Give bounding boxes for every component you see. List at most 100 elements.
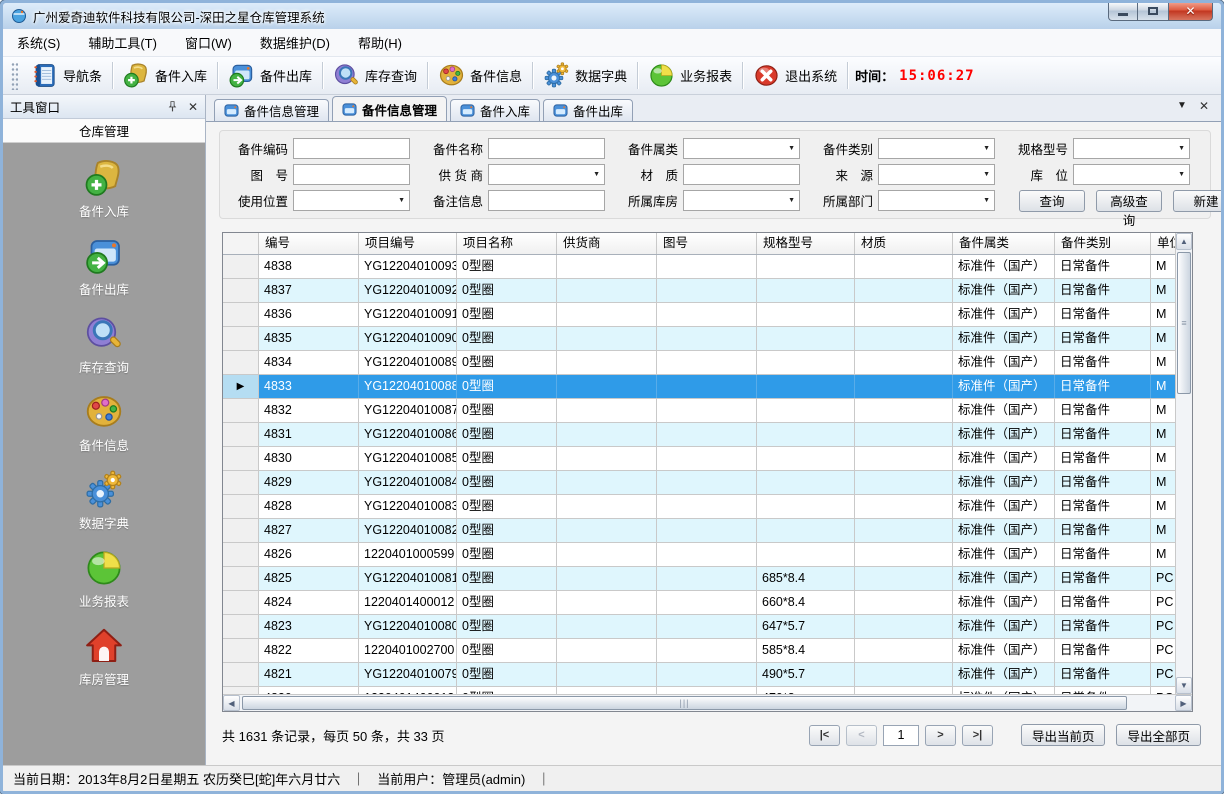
- department-select[interactable]: ▼: [878, 190, 995, 211]
- table-row[interactable]: 4834YG122040100890型圈标准件（国产）日常备件M: [223, 351, 1175, 375]
- tab-list-dropdown-icon[interactable]: ▼: [1177, 101, 1187, 111]
- sidebar-item-warehouse-management[interactable]: 库房管理: [79, 626, 129, 688]
- toolbar-grip-icon[interactable]: [11, 62, 18, 90]
- sidebar-item-parts-outbound[interactable]: 备件出库: [79, 236, 129, 298]
- scroll-left-icon[interactable]: ◀: [223, 695, 240, 711]
- advanced-query-button[interactable]: 高级查询: [1096, 190, 1162, 212]
- menu-item-0[interactable]: 系统(S): [3, 28, 74, 57]
- toolbar-button-parts-outbound[interactable]: 备件出库: [219, 59, 321, 92]
- maximize-button[interactable]: [1138, 2, 1168, 21]
- prev-page-button[interactable]: <: [846, 725, 877, 746]
- column-header-5[interactable]: 规格型号: [757, 233, 855, 254]
- drawing-no-input[interactable]: [293, 164, 410, 185]
- vertical-scrollbar[interactable]: ▲ ≡ ▼: [1175, 233, 1192, 694]
- column-header-1[interactable]: 项目编号: [359, 233, 457, 254]
- column-header-6[interactable]: 材质: [855, 233, 953, 254]
- toolbar-button-data-dictionary[interactable]: 数据字典: [534, 59, 636, 92]
- material-input[interactable]: [683, 164, 800, 185]
- table-row[interactable]: 4828YG122040100830型圈标准件（国产）日常备件M: [223, 495, 1175, 519]
- toolbar-button-nav-bar[interactable]: 导航条: [22, 59, 111, 92]
- export-all-pages-button[interactable]: 导出全部页: [1116, 724, 1201, 746]
- usage-position-select[interactable]: ▼: [293, 190, 410, 211]
- toolbar-button-stock-query[interactable]: 库存查询: [324, 59, 426, 92]
- row-indicator: [223, 567, 259, 590]
- new-button[interactable]: 新建: [1173, 190, 1221, 212]
- table-row[interactable]: 4831YG122040100860型圈标准件（国产）日常备件M: [223, 423, 1175, 447]
- scroll-right-icon[interactable]: ▶: [1175, 695, 1192, 711]
- table-row[interactable]: 4821YG122040100790型圈490*5.7标准件（国产）日常备件PC: [223, 663, 1175, 687]
- row-indicator: [223, 471, 259, 494]
- table-row[interactable]: 4838YG122040100930型圈标准件（国产）日常备件M: [223, 255, 1175, 279]
- menu-item-2[interactable]: 窗口(W): [171, 28, 246, 57]
- table-row[interactable]: 4830YG122040100850型圈标准件（国产）日常备件M: [223, 447, 1175, 471]
- page-number-box[interactable]: 1: [883, 725, 919, 746]
- sidebar-item-parts-info[interactable]: 备件信息: [79, 392, 129, 454]
- column-header-7[interactable]: 备件属类: [953, 233, 1055, 254]
- sidebar-close-icon[interactable]: ✕: [188, 101, 198, 113]
- minimize-button[interactable]: [1108, 2, 1138, 21]
- vertical-scroll-thumb[interactable]: ≡: [1177, 252, 1191, 394]
- table-row[interactable]: 4837YG122040100920型圈标准件（国产）日常备件M: [223, 279, 1175, 303]
- warehouse-select[interactable]: ▼: [683, 190, 800, 211]
- row-indicator: [223, 519, 259, 542]
- tab-close-icon[interactable]: ✕: [1199, 100, 1209, 112]
- table-row[interactable]: 4835YG122040100900型圈标准件（国产）日常备件M: [223, 327, 1175, 351]
- table-row[interactable]: 4823YG122040100800型圈647*5.7标准件（国产）日常备件PC: [223, 615, 1175, 639]
- toolbar-button-exit-system[interactable]: 退出系统: [744, 59, 846, 92]
- title-bar[interactable]: 广州爱奇迪软件科技有限公司-深田之星仓库管理系统 ✕: [3, 3, 1221, 29]
- table-row[interactable]: 4827YG122040100820型圈标准件（国产）日常备件M: [223, 519, 1175, 543]
- part-code-input[interactable]: [293, 138, 410, 159]
- sidebar-item-business-report[interactable]: 业务报表: [79, 548, 129, 610]
- column-header-9[interactable]: 单位: [1151, 233, 1175, 254]
- toolbar-button-business-report[interactable]: 业务报表: [639, 59, 741, 92]
- part-type-select[interactable]: ▼: [878, 138, 995, 159]
- location-select[interactable]: ▼: [1073, 164, 1190, 185]
- query-button[interactable]: 查询: [1019, 190, 1085, 212]
- remark-input[interactable]: [488, 190, 605, 211]
- tab-parts-inbound[interactable]: 备件入库: [450, 99, 540, 121]
- source-select[interactable]: ▼: [878, 164, 995, 185]
- table-row[interactable]: 4825YG122040100810型圈685*8.4标准件（国产）日常备件PC: [223, 567, 1175, 591]
- table-row[interactable]: 482212204010027000型圈585*8.4标准件（国产）日常备件PC: [223, 639, 1175, 663]
- spec-model-select[interactable]: ▼: [1073, 138, 1190, 159]
- sidebar-item-data-dictionary[interactable]: 数据字典: [79, 470, 129, 532]
- toolbar-button-parts-info[interactable]: 备件信息: [429, 59, 531, 92]
- last-page-button[interactable]: >|: [962, 725, 993, 746]
- tab-parts-outbound[interactable]: 备件出库: [543, 99, 633, 121]
- column-header-2[interactable]: 项目名称: [457, 233, 557, 254]
- export-current-page-button[interactable]: 导出当前页: [1021, 724, 1106, 746]
- tab-parts-info-mgmt-2[interactable]: 备件信息管理: [332, 96, 447, 121]
- table-row[interactable]: 4829YG122040100840型圈标准件（国产）日常备件M: [223, 471, 1175, 495]
- part-category-select[interactable]: ▼: [683, 138, 800, 159]
- column-header-0[interactable]: 编号: [259, 233, 359, 254]
- horizontal-scroll-thumb[interactable]: |||: [242, 696, 1127, 710]
- table-row[interactable]: 4836YG122040100910型圈标准件（国产）日常备件M: [223, 303, 1175, 327]
- column-header-4[interactable]: 图号: [657, 233, 757, 254]
- tab-parts-info-mgmt-1[interactable]: 备件信息管理: [214, 99, 329, 121]
- menu-item-3[interactable]: 数据维护(D): [246, 28, 344, 57]
- toolbar-button-parts-inbound[interactable]: 备件入库: [114, 59, 216, 92]
- part-name-input[interactable]: [488, 138, 605, 159]
- close-button[interactable]: ✕: [1168, 2, 1213, 21]
- column-header-8[interactable]: 备件类别: [1055, 233, 1151, 254]
- column-header-3[interactable]: 供货商: [557, 233, 657, 254]
- pin-icon[interactable]: [166, 100, 179, 113]
- table-row[interactable]: 4832YG122040100870型圈标准件（国产）日常备件M: [223, 399, 1175, 423]
- table-row[interactable]: 482412204014000120型圈660*8.4标准件（国产）日常备件PC: [223, 591, 1175, 615]
- first-page-button[interactable]: |<: [809, 725, 840, 746]
- sidebar-item-stock-query[interactable]: 库存查询: [79, 314, 129, 376]
- scroll-up-icon[interactable]: ▲: [1176, 233, 1192, 250]
- horizontal-scrollbar[interactable]: ◀ ||| ▶: [223, 694, 1192, 711]
- next-page-button[interactable]: >: [925, 725, 956, 746]
- menu-item-4[interactable]: 帮助(H): [344, 28, 416, 57]
- table-row[interactable]: 482612204010005990型圈标准件（国产）日常备件M: [223, 543, 1175, 567]
- sidebar-item-parts-inbound[interactable]: 备件入库: [79, 158, 129, 220]
- table-row[interactable]: ▶4833YG122040100880型圈标准件（国产）日常备件M: [223, 375, 1175, 399]
- table-cell: 标准件（国产）: [953, 495, 1055, 518]
- table-cell: PC: [1151, 639, 1175, 662]
- current-date-text: 当前日期：2013年8月2日星期五 农历癸巳[蛇]年六月廿六: [13, 769, 340, 788]
- table-row[interactable]: 482012204014000130型圈470*8标准件（国产）日常备件PC: [223, 687, 1175, 694]
- menu-item-1[interactable]: 辅助工具(T): [74, 28, 171, 57]
- scroll-down-icon[interactable]: ▼: [1176, 677, 1192, 694]
- supplier-select[interactable]: ▼: [488, 164, 605, 185]
